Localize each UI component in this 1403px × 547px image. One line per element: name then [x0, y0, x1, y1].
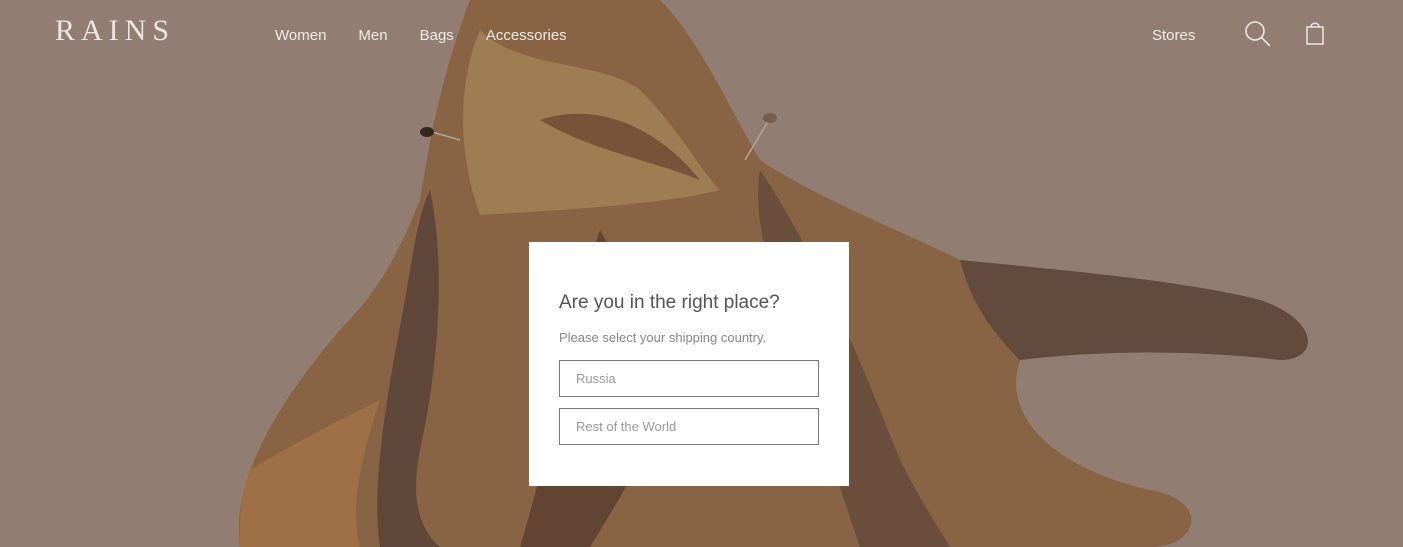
- rains-logo[interactable]: RAINS: [55, 14, 175, 48]
- nav-item-accessories[interactable]: Accessories: [486, 27, 567, 44]
- main-nav: Women Men Bags Accessories: [275, 27, 599, 44]
- search-icon[interactable]: [1244, 20, 1272, 48]
- country-option-russia[interactable]: Russia: [559, 360, 819, 397]
- modal-subtitle: Please select your shipping country.: [559, 330, 767, 345]
- stores-link[interactable]: Stores: [1152, 27, 1195, 44]
- nav-item-bags[interactable]: Bags: [420, 27, 454, 44]
- country-option-rest-of-world[interactable]: Rest of the World: [559, 408, 819, 445]
- site-header: RAINS Women Men Bags Accessories Stores: [0, 0, 1403, 72]
- country-selector-modal: Are you in the right place? Please selec…: [529, 242, 849, 486]
- nav-item-women[interactable]: Women: [275, 27, 326, 44]
- nav-item-men[interactable]: Men: [358, 27, 387, 44]
- shopping-bag-icon[interactable]: [1304, 20, 1326, 46]
- modal-title: Are you in the right place?: [559, 292, 780, 313]
- page: RAINS Women Men Bags Accessories Stores …: [0, 0, 1403, 547]
